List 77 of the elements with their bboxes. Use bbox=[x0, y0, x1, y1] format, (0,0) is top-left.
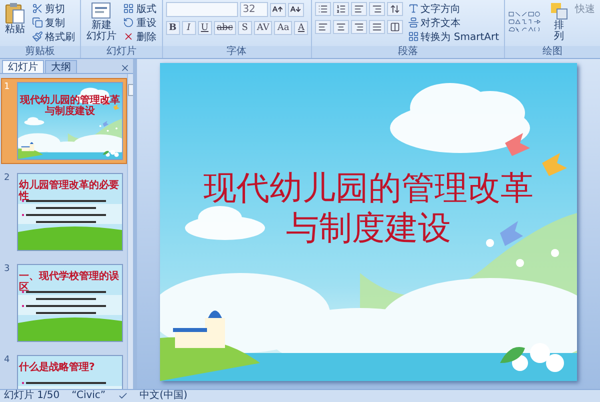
check-icon bbox=[118, 391, 128, 401]
new-slide-icon bbox=[91, 2, 112, 20]
format-button[interactable]: U bbox=[198, 21, 212, 35]
layout-icon bbox=[123, 3, 134, 14]
toolbar-button[interactable]: 对齐文本 bbox=[406, 16, 501, 29]
alignment-button[interactable] bbox=[386, 20, 403, 34]
paragraph-button[interactable] bbox=[350, 2, 367, 16]
format-button[interactable]: S bbox=[238, 21, 252, 35]
alignment-button[interactable] bbox=[314, 20, 331, 34]
panel-tab[interactable]: 大纲 bbox=[45, 60, 77, 73]
align-right-icon bbox=[354, 22, 364, 32]
format-button[interactable]: A bbox=[294, 21, 308, 35]
status-text: 中文(中国) bbox=[140, 390, 188, 402]
font-size-field[interactable]: 32 bbox=[240, 2, 268, 17]
text-direction-icon bbox=[408, 3, 419, 14]
align-text-icon bbox=[408, 17, 419, 28]
toolbar-button[interactable]: 删除 bbox=[121, 30, 158, 43]
decrease-indent-icon bbox=[354, 4, 364, 14]
justify-icon bbox=[372, 22, 382, 32]
shrink-font-button[interactable] bbox=[288, 2, 304, 16]
group-label: 幻灯片 bbox=[81, 46, 162, 58]
increase-indent-icon bbox=[372, 4, 382, 14]
toolbar-button[interactable]: 文字方向 bbox=[406, 2, 501, 15]
paragraph-button[interactable] bbox=[314, 2, 331, 16]
format-button[interactable]: Aa bbox=[274, 21, 292, 35]
toolbar-button[interactable]: 复制 bbox=[30, 16, 77, 29]
toolbar-button[interactable]: 格式刷 bbox=[30, 30, 77, 43]
thumbnail-title: 什么是战略管理? bbox=[18, 362, 96, 373]
toolbar-button[interactable]: 版式 bbox=[121, 2, 158, 15]
smartart-icon bbox=[408, 31, 419, 42]
toolbar-button[interactable]: 转换为 SmartArt bbox=[406, 30, 501, 43]
slide-number: 4 bbox=[3, 355, 11, 367]
align-center-icon bbox=[336, 22, 346, 32]
align-left-icon bbox=[318, 22, 328, 32]
thumbnail-title: 一、现代学校管理的误区 bbox=[18, 271, 120, 293]
alignment-button[interactable] bbox=[368, 20, 385, 34]
group-label: 字体 bbox=[162, 46, 311, 58]
slide-title: 现代幼儿园的管理改革 与制度建设 bbox=[202, 168, 534, 248]
line-spacing-icon bbox=[390, 4, 400, 14]
grow-font-button[interactable] bbox=[270, 2, 286, 16]
paragraph-button[interactable] bbox=[332, 2, 349, 16]
paintbrush-icon bbox=[32, 31, 43, 42]
slide-number: 2 bbox=[3, 173, 11, 185]
font-name-field[interactable] bbox=[166, 2, 238, 17]
alignment-button[interactable] bbox=[332, 20, 349, 34]
grow-font-icon bbox=[272, 4, 284, 15]
panel-tab[interactable]: 幻灯片 bbox=[2, 60, 44, 73]
shrink-font-icon bbox=[290, 4, 302, 15]
paragraph-button[interactable] bbox=[368, 2, 385, 16]
numbered-list-icon bbox=[336, 4, 346, 14]
new-slide-button[interactable]: 新建 幻灯片 bbox=[84, 2, 118, 42]
slide-number: 1 bbox=[3, 82, 11, 94]
group-label: 绘图 bbox=[505, 46, 600, 58]
copy-icon bbox=[32, 17, 43, 28]
scissors-icon bbox=[32, 3, 43, 14]
group-label: 剪贴板 bbox=[0, 46, 80, 58]
thumbnail-title: 幼儿园管理改革的必要性 bbox=[18, 180, 120, 202]
alignment-button[interactable] bbox=[350, 20, 367, 34]
format-button[interactable]: abc bbox=[214, 21, 236, 35]
arrange-icon bbox=[550, 2, 568, 20]
format-button[interactable]: B bbox=[166, 21, 180, 35]
toolbar-button[interactable]: 重设 bbox=[121, 16, 158, 29]
status-text: “Civic” bbox=[72, 390, 106, 402]
toolbar-button[interactable]: 剪切 bbox=[30, 2, 77, 15]
paste-button[interactable]: 粘贴 bbox=[3, 2, 27, 35]
delete-icon bbox=[123, 31, 134, 42]
arrange-button[interactable]: 排列 bbox=[548, 2, 570, 42]
reset-icon bbox=[123, 17, 134, 28]
close-icon[interactable] bbox=[120, 63, 130, 73]
clipboard-icon bbox=[5, 2, 25, 24]
group-label: 段落 bbox=[312, 46, 504, 58]
slide-number: 3 bbox=[3, 264, 11, 276]
status-text: 幻灯片 1/50 bbox=[4, 390, 60, 402]
columns-icon bbox=[390, 22, 400, 32]
format-button[interactable]: AV bbox=[254, 21, 272, 35]
format-button[interactable]: I bbox=[182, 21, 196, 35]
paragraph-button[interactable] bbox=[386, 2, 403, 16]
